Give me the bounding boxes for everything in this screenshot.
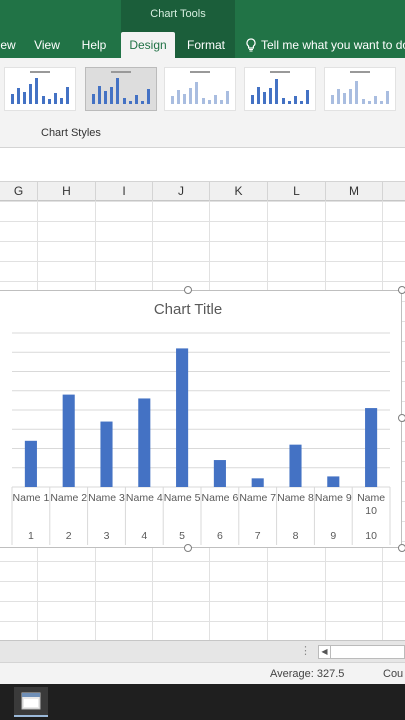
column-header-g[interactable]: G bbox=[0, 182, 38, 201]
bar-8[interactable] bbox=[289, 444, 302, 487]
tell-me-text: Tell me what you want to do bbox=[261, 38, 405, 52]
column-headers: G H I J K L M bbox=[0, 182, 405, 201]
bar-2[interactable] bbox=[62, 394, 75, 487]
column-header-h[interactable]: H bbox=[38, 182, 96, 201]
category-label-8: Name 8 bbox=[277, 492, 314, 504]
taskbar bbox=[0, 684, 405, 720]
tab-design[interactable]: Design bbox=[121, 32, 175, 58]
sub-category-label-1: 1 bbox=[28, 530, 34, 542]
tab-view[interactable]: View bbox=[26, 32, 68, 58]
column-header-i[interactable]: I bbox=[96, 182, 153, 201]
resize-handle-top-right[interactable] bbox=[398, 286, 405, 294]
chart-style-3[interactable] bbox=[164, 67, 236, 111]
chart-style-2[interactable] bbox=[85, 67, 157, 111]
category-label-7: Name 7 bbox=[239, 492, 276, 504]
category-label-5: Name 5 bbox=[164, 492, 201, 504]
category-label-3: Name 3 bbox=[88, 492, 125, 504]
ribbon-body: Chart Styles bbox=[0, 58, 405, 148]
column-header-k[interactable]: K bbox=[210, 182, 268, 201]
bar-1[interactable] bbox=[24, 440, 37, 487]
tab-help[interactable]: Help bbox=[72, 32, 116, 58]
sub-category-label-3: 3 bbox=[104, 530, 110, 542]
tell-me-search[interactable]: Tell me what you want to do bbox=[245, 32, 405, 58]
resize-handle-bottom[interactable] bbox=[184, 544, 192, 552]
bar-4[interactable] bbox=[138, 398, 151, 487]
sub-category-label-9: 9 bbox=[330, 530, 336, 542]
resize-handle-right[interactable] bbox=[398, 414, 405, 422]
formula-bar-area[interactable] bbox=[0, 148, 405, 182]
sub-category-label-4: 4 bbox=[141, 530, 147, 542]
sub-category-label-8: 8 bbox=[293, 530, 299, 542]
column-chart[interactable]: Name 1 Name 2 Name 3 Name 4 Name 5 Name 6 Name… bbox=[0, 291, 402, 549]
ribbon-tab-bar: Chart Tools ew View Help Design Format T… bbox=[0, 0, 405, 58]
sub-category-label-10: 10 bbox=[365, 530, 377, 542]
horizontal-scrollbar[interactable]: ◀ bbox=[318, 645, 405, 659]
split-handle[interactable]: ⋮ bbox=[300, 644, 311, 657]
sub-category-label-2: 2 bbox=[66, 530, 72, 542]
category-label-1: Name 1 bbox=[13, 492, 50, 504]
tab-format[interactable]: Format bbox=[180, 32, 232, 58]
bar-10[interactable] bbox=[365, 408, 378, 487]
category-label-4: Name 4 bbox=[126, 492, 163, 504]
bar-7[interactable] bbox=[251, 478, 264, 487]
chart-style-4[interactable] bbox=[244, 67, 316, 111]
excel-window: Chart Tools ew View Help Design Format T… bbox=[0, 0, 405, 720]
category-label-2: Name 2 bbox=[50, 492, 87, 504]
resize-handle-bottom-right[interactable] bbox=[398, 544, 405, 552]
tab-review[interactable]: ew bbox=[0, 32, 16, 58]
sub-category-label-6: 6 bbox=[217, 530, 223, 542]
scroll-left-icon[interactable]: ◀ bbox=[319, 646, 331, 658]
chart-styles-group-label: Chart Styles bbox=[41, 127, 101, 139]
category-label-6: Name 6 bbox=[202, 492, 239, 504]
bar-3[interactable] bbox=[100, 421, 113, 487]
bar-6[interactable] bbox=[213, 460, 226, 487]
category-label-9: Name 9 bbox=[315, 492, 352, 504]
chart-style-5[interactable] bbox=[324, 67, 396, 111]
sub-category-label-7: 7 bbox=[255, 530, 261, 542]
status-average[interactable]: Average: 327.5 bbox=[270, 668, 344, 680]
chart-object[interactable]: Chart Title Name 1 Name 2 Name 3 Name 4 Name… bbox=[0, 290, 402, 548]
bar-9[interactable] bbox=[327, 476, 340, 487]
status-bar: Average: 327.5 Cou bbox=[0, 662, 405, 684]
chart-tools-label: Chart Tools bbox=[150, 8, 206, 20]
status-count[interactable]: Cou bbox=[383, 668, 403, 680]
taskbar-app-button[interactable] bbox=[14, 687, 48, 717]
chart-style-1[interactable] bbox=[4, 67, 76, 111]
window-icon bbox=[21, 692, 41, 710]
bar-5[interactable] bbox=[176, 348, 189, 487]
column-header-j[interactable]: J bbox=[153, 182, 210, 201]
column-header-l[interactable]: L bbox=[268, 182, 326, 201]
lightbulb-icon bbox=[246, 38, 256, 52]
category-label-10: Name 10 bbox=[357, 492, 385, 517]
sub-category-label-5: 5 bbox=[179, 530, 185, 542]
sheet-tab-bar: ⋮ ◀ bbox=[0, 640, 405, 662]
resize-handle-top[interactable] bbox=[184, 286, 192, 294]
column-header-m[interactable]: M bbox=[326, 182, 383, 201]
